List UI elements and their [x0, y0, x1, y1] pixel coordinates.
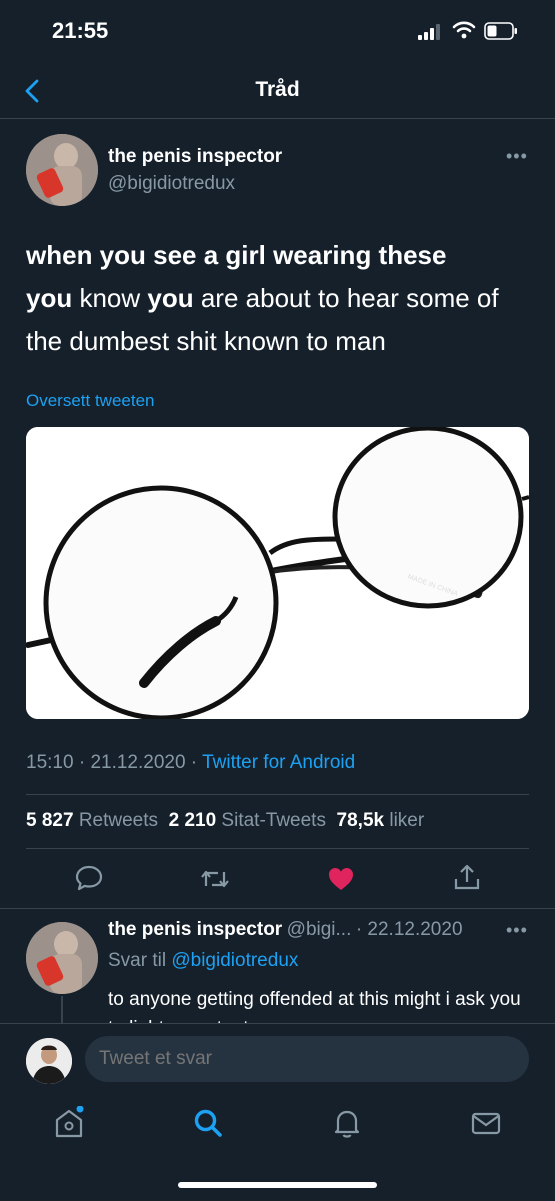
reply-date: · 22.12.2020: [355, 919, 463, 940]
bell-icon[interactable]: [330, 1106, 364, 1140]
reply-text: to anyone getting offended at this might…: [108, 989, 521, 1023]
battery-icon: [484, 22, 517, 40]
avatar-image: [26, 134, 98, 206]
tweet-meta: 15:10 · 21.12.2020 · Twitter for Android: [26, 752, 356, 773]
search-icon[interactable]: [191, 1106, 225, 1140]
tweet-stats: 5 827 Retweets 2 210 Sitat-Tweets 78,5k …: [26, 810, 424, 832]
quotes-label[interactable]: Sitat-Tweets: [221, 810, 326, 831]
reply-more-options-icon[interactable]: •••: [506, 920, 528, 941]
wifi-icon: [452, 21, 476, 39]
page-title: Tråd: [255, 78, 300, 101]
status-time: 21:55: [52, 18, 109, 43]
reply-to-label: Svar til: [108, 950, 167, 971]
retweets-label[interactable]: Retweets: [79, 810, 158, 831]
cellular-signal-icon: [418, 24, 440, 40]
avatar-image: [26, 1038, 72, 1084]
divider: [26, 794, 529, 795]
tweet-media-image[interactable]: MADE IN CHINA: [26, 427, 529, 719]
author-name[interactable]: the penis inspector: [108, 146, 282, 168]
heart-icon[interactable]: [326, 864, 356, 894]
reply-author-handle[interactable]: @bigi...: [287, 919, 352, 940]
tweet-date: 21.12.2020: [90, 752, 186, 773]
reply-author-name[interactable]: the penis inspector: [108, 919, 282, 940]
tweet-time: 15:10: [26, 752, 74, 773]
retweet-icon[interactable]: [200, 864, 230, 894]
glasses-image: MADE IN CHINA: [26, 427, 529, 719]
tweet-text-you-2: you: [147, 283, 194, 313]
more-options-icon[interactable]: •••: [506, 146, 528, 167]
thread-line: [61, 996, 63, 1026]
reply-header: the penis inspector @bigi... · 22.12.202…: [108, 919, 528, 941]
retweets-count[interactable]: 5 827: [26, 810, 74, 831]
likes-count[interactable]: 78,5k: [337, 810, 385, 831]
divider: [0, 908, 555, 909]
home-indicator[interactable]: [178, 1182, 377, 1188]
reply-avatar[interactable]: [26, 922, 98, 994]
tweet-text-line1: when you see a girl wearing these: [26, 240, 447, 270]
share-icon[interactable]: [452, 863, 482, 893]
comment-icon[interactable]: [74, 863, 104, 893]
divider: [26, 848, 529, 849]
mail-icon[interactable]: [469, 1106, 503, 1140]
reply-to-handle[interactable]: @bigidiotredux: [171, 950, 298, 971]
avatar-image: [26, 922, 98, 994]
tweet-text-mid: know: [72, 283, 148, 313]
avatar[interactable]: [26, 134, 98, 206]
navigation-bar: Tråd: [0, 60, 555, 119]
likes-label[interactable]: liker: [389, 810, 424, 831]
tweet-text: when you see a girl wearing these you kno…: [26, 234, 526, 363]
quotes-count[interactable]: 2 210: [169, 810, 217, 831]
tweet-text-you-1: you: [26, 283, 73, 313]
tweet-source-link[interactable]: Twitter for Android: [202, 752, 355, 773]
home-icon[interactable]: [52, 1106, 86, 1140]
reply-input[interactable]: [85, 1036, 529, 1082]
author-handle[interactable]: @bigidiotredux: [108, 173, 235, 195]
status-bar: 21:55: [0, 0, 555, 60]
my-avatar[interactable]: [26, 1038, 72, 1084]
translate-link[interactable]: Oversett tweeten: [26, 391, 155, 411]
reply-to-line: Svar til @bigidiotredux: [108, 950, 298, 972]
